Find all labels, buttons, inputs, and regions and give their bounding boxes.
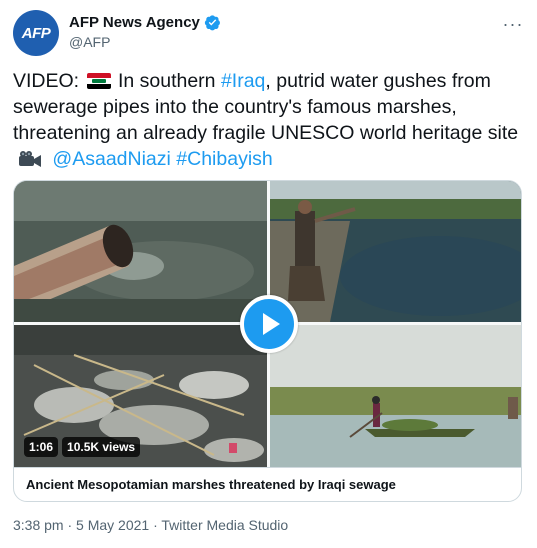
video-card[interactable]: 1:06 10.5K views Ancient Mesopotamian ma… [13, 180, 522, 502]
views-badge: 10.5K views [62, 437, 141, 457]
video-badges: 1:06 10.5K views [24, 437, 141, 457]
author-info: AFP News Agency @AFP [69, 14, 221, 50]
play-icon [263, 313, 280, 335]
more-options-icon[interactable]: ··· [503, 14, 523, 34]
play-button[interactable] [240, 295, 298, 353]
video-player[interactable]: 1:06 10.5K views [14, 181, 521, 467]
tweet-lead: VIDEO: [13, 70, 80, 92]
iraq-flag-icon [86, 73, 111, 89]
tweet-text-part-1: In southern [117, 70, 216, 92]
display-name[interactable]: AFP News Agency [69, 14, 200, 31]
video-frame-man-at-marsh [270, 181, 521, 322]
video-camera-icon [19, 151, 41, 167]
tweet-header: AFP AFP News Agency @AFP ··· [13, 10, 527, 58]
name-row: AFP News Agency [69, 14, 221, 31]
handle[interactable]: @AFP [69, 34, 221, 50]
avatar[interactable]: AFP [13, 10, 59, 56]
hashtag-chibayish-link[interactable]: #Chibayish [176, 148, 272, 170]
video-frame-canoe [270, 325, 521, 467]
hashtag-iraq-link[interactable]: #Iraq [221, 70, 265, 92]
verified-badge-icon [204, 15, 220, 31]
tweet-text: VIDEO: In southern #Iraq, putrid water g… [13, 68, 523, 172]
avatar-logo-text: AFP [21, 24, 51, 42]
mention-link[interactable]: @AsaadNiazi [52, 148, 170, 170]
tweet-timestamp[interactable]: 3:38 pm · 5 May 2021 · Twitter Media Stu… [13, 517, 288, 533]
video-frame-sewage-pipe [14, 181, 267, 322]
duration-badge: 1:06 [24, 437, 59, 457]
video-caption[interactable]: Ancient Mesopotamian marshes threatened … [14, 467, 521, 501]
